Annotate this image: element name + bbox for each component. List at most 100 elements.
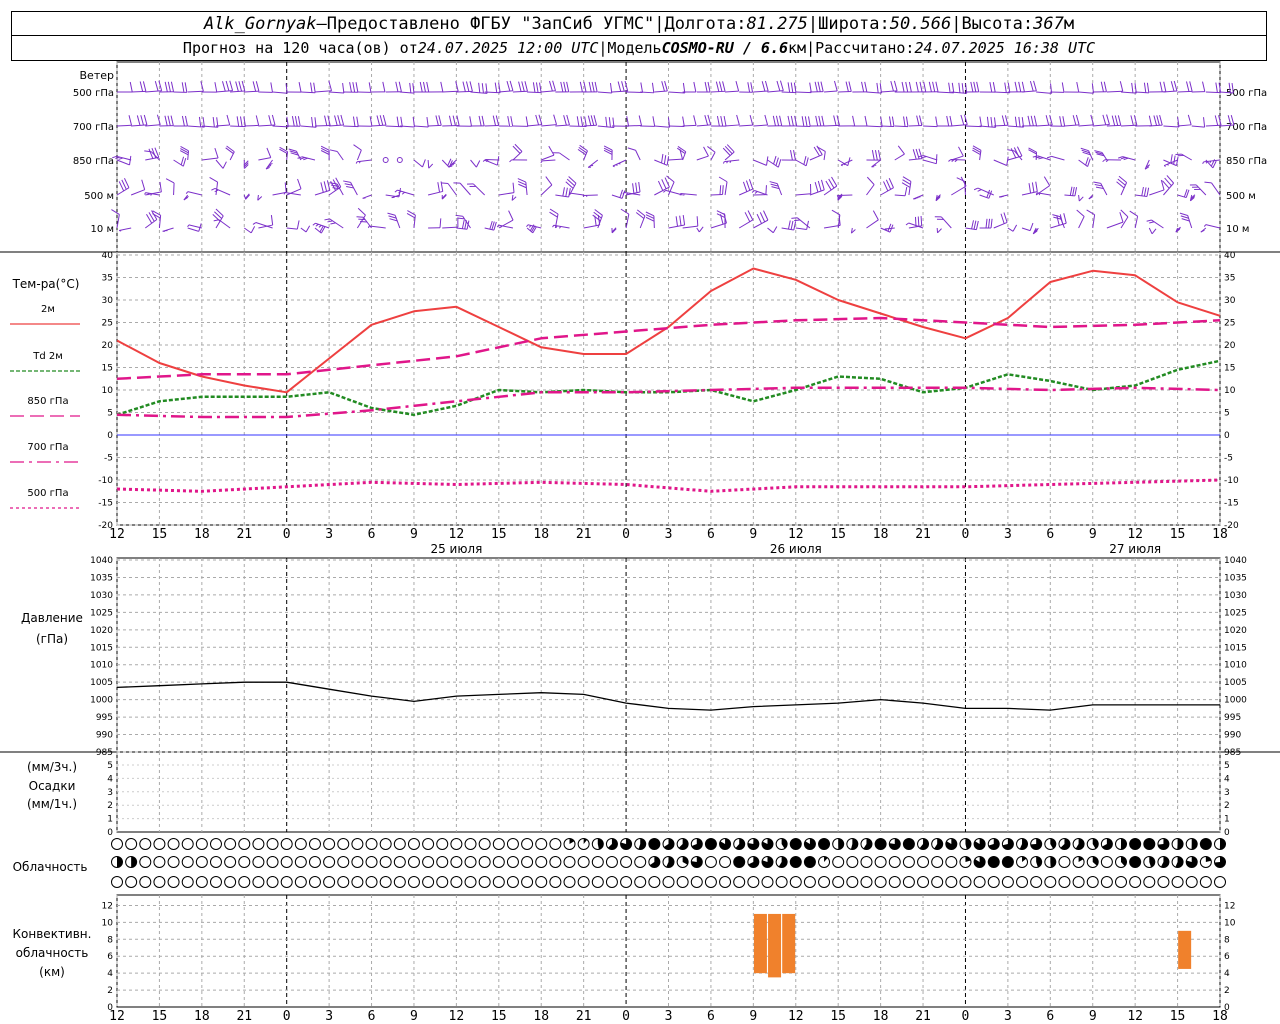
wind-barb-feather	[1106, 114, 1110, 125]
wind-barb	[795, 91, 812, 94]
press-tick-label: 990	[96, 731, 113, 741]
wind-barb	[300, 91, 316, 94]
wind-barb-feather	[311, 116, 314, 128]
wind-barb	[1163, 182, 1175, 196]
cloud-symbol	[987, 876, 1000, 888]
wind-barb	[286, 227, 298, 230]
cloud-symbol	[634, 876, 647, 888]
wind-barb-feather	[890, 81, 894, 92]
wind-barb-feather	[552, 224, 555, 228]
cloud-symbol	[167, 838, 180, 850]
wind-barb-feather	[136, 115, 141, 126]
cloud-symbol	[351, 838, 364, 850]
wind-barb	[979, 125, 996, 128]
wind-barb	[541, 124, 557, 127]
wind-barb-feather	[928, 81, 932, 92]
cloud-fill	[818, 838, 830, 850]
wind-barb	[941, 216, 952, 229]
wind-barb	[668, 224, 685, 229]
wind-barb-feather	[921, 156, 927, 159]
wind-barb-feather	[675, 216, 679, 227]
cloud-symbol	[464, 876, 477, 888]
wind-barb-feather	[1093, 181, 1101, 184]
wind-barb	[371, 124, 386, 127]
wind-barb	[767, 90, 784, 93]
wind-barb-feather	[1072, 186, 1075, 196]
cloud-symbol	[393, 838, 406, 850]
wind-barb-feather	[440, 81, 444, 92]
wind-barb-feather	[563, 81, 567, 92]
wind-barb-feather	[129, 81, 133, 93]
wind-barb-feather	[426, 116, 429, 128]
press-tick-label: 1025	[1224, 608, 1247, 618]
wind-barb	[130, 189, 145, 196]
cloud-symbol	[308, 876, 321, 888]
wind-barb	[696, 227, 700, 233]
wind-barb-feather	[903, 116, 906, 127]
conv-bar	[1178, 930, 1192, 969]
wind-barb	[1177, 90, 1193, 93]
wind-barb	[725, 90, 739, 93]
wind-barb-feather	[1166, 163, 1169, 166]
wind-barb-feather	[720, 115, 724, 127]
wind-barb-feather	[128, 115, 132, 126]
wind-barb-feather	[1131, 82, 1134, 93]
wind-barb-feather	[866, 176, 875, 185]
wind-barb	[668, 158, 683, 161]
wind-barb-feather	[777, 159, 782, 168]
conv-tick-label: 4	[1224, 969, 1230, 979]
wind-barb-feather	[1004, 82, 1007, 93]
wind-barb-feather	[180, 156, 185, 166]
calm-marker	[382, 157, 389, 163]
cloud-symbol	[733, 876, 746, 888]
wind-barb-feather	[198, 116, 202, 127]
wind-barb-feather	[508, 210, 514, 221]
wind-barb-feather	[917, 216, 920, 227]
temp-tick-label: 25	[1224, 319, 1235, 329]
wind-barb-feather	[170, 81, 175, 92]
wind-barb-feather	[923, 81, 927, 92]
cloud-symbol	[125, 876, 138, 888]
wind-barb-feather	[750, 82, 754, 93]
wind-barb-feather	[518, 81, 522, 92]
press-tick-label: 1035	[90, 573, 113, 583]
wind-barb-feather	[603, 145, 613, 151]
precip-tick-label: 5	[107, 761, 113, 771]
wind-barb-feather	[324, 115, 328, 126]
wind-barb-feather	[971, 220, 974, 229]
pressure-axis-unit: (гПа)	[36, 632, 68, 646]
temp-tick-label: 10	[1224, 386, 1236, 396]
wind-barb-feather	[1120, 209, 1129, 218]
wind-barb-feather	[693, 115, 697, 126]
wind-barb-feather	[591, 81, 595, 93]
cloud-symbol	[195, 856, 208, 868]
cloud-symbol	[789, 876, 802, 888]
wind-barb-feather	[661, 179, 667, 190]
wind-barb-feather	[817, 81, 821, 92]
cloud-symbol	[1115, 876, 1128, 888]
wind-barb-feather	[888, 116, 892, 127]
wind-barb-feather	[140, 115, 144, 126]
wind-barb-feather	[580, 116, 584, 127]
wind-barb-feather	[129, 155, 132, 166]
x-tick-label: 0	[622, 527, 630, 542]
cloud-symbol	[294, 838, 307, 850]
wind-barb	[922, 159, 937, 165]
wind-barb-feather	[1078, 196, 1084, 202]
wind-barb-feather	[1007, 82, 1011, 93]
wind-barb-feather	[704, 81, 708, 93]
wind-barb	[131, 90, 146, 93]
wind-barb	[824, 90, 838, 93]
wind-barb-feather	[666, 175, 675, 183]
cloud-symbol	[761, 876, 774, 888]
wind-barb-feather	[355, 82, 359, 93]
wind-barb	[442, 90, 459, 93]
wind-barb	[243, 227, 252, 234]
wind-barb-feather	[1114, 115, 1119, 126]
wind-barb-feather	[440, 182, 449, 184]
wind-barb-feather	[435, 115, 439, 126]
wind-barb-feather	[187, 224, 190, 228]
wind-barb-feather	[951, 82, 955, 93]
temperature-panel: -20 -20-15 -15-10 -10-5 -50 05 510 1015 1520 2025…	[12, 251, 1239, 531]
wind-barb	[1177, 124, 1192, 127]
